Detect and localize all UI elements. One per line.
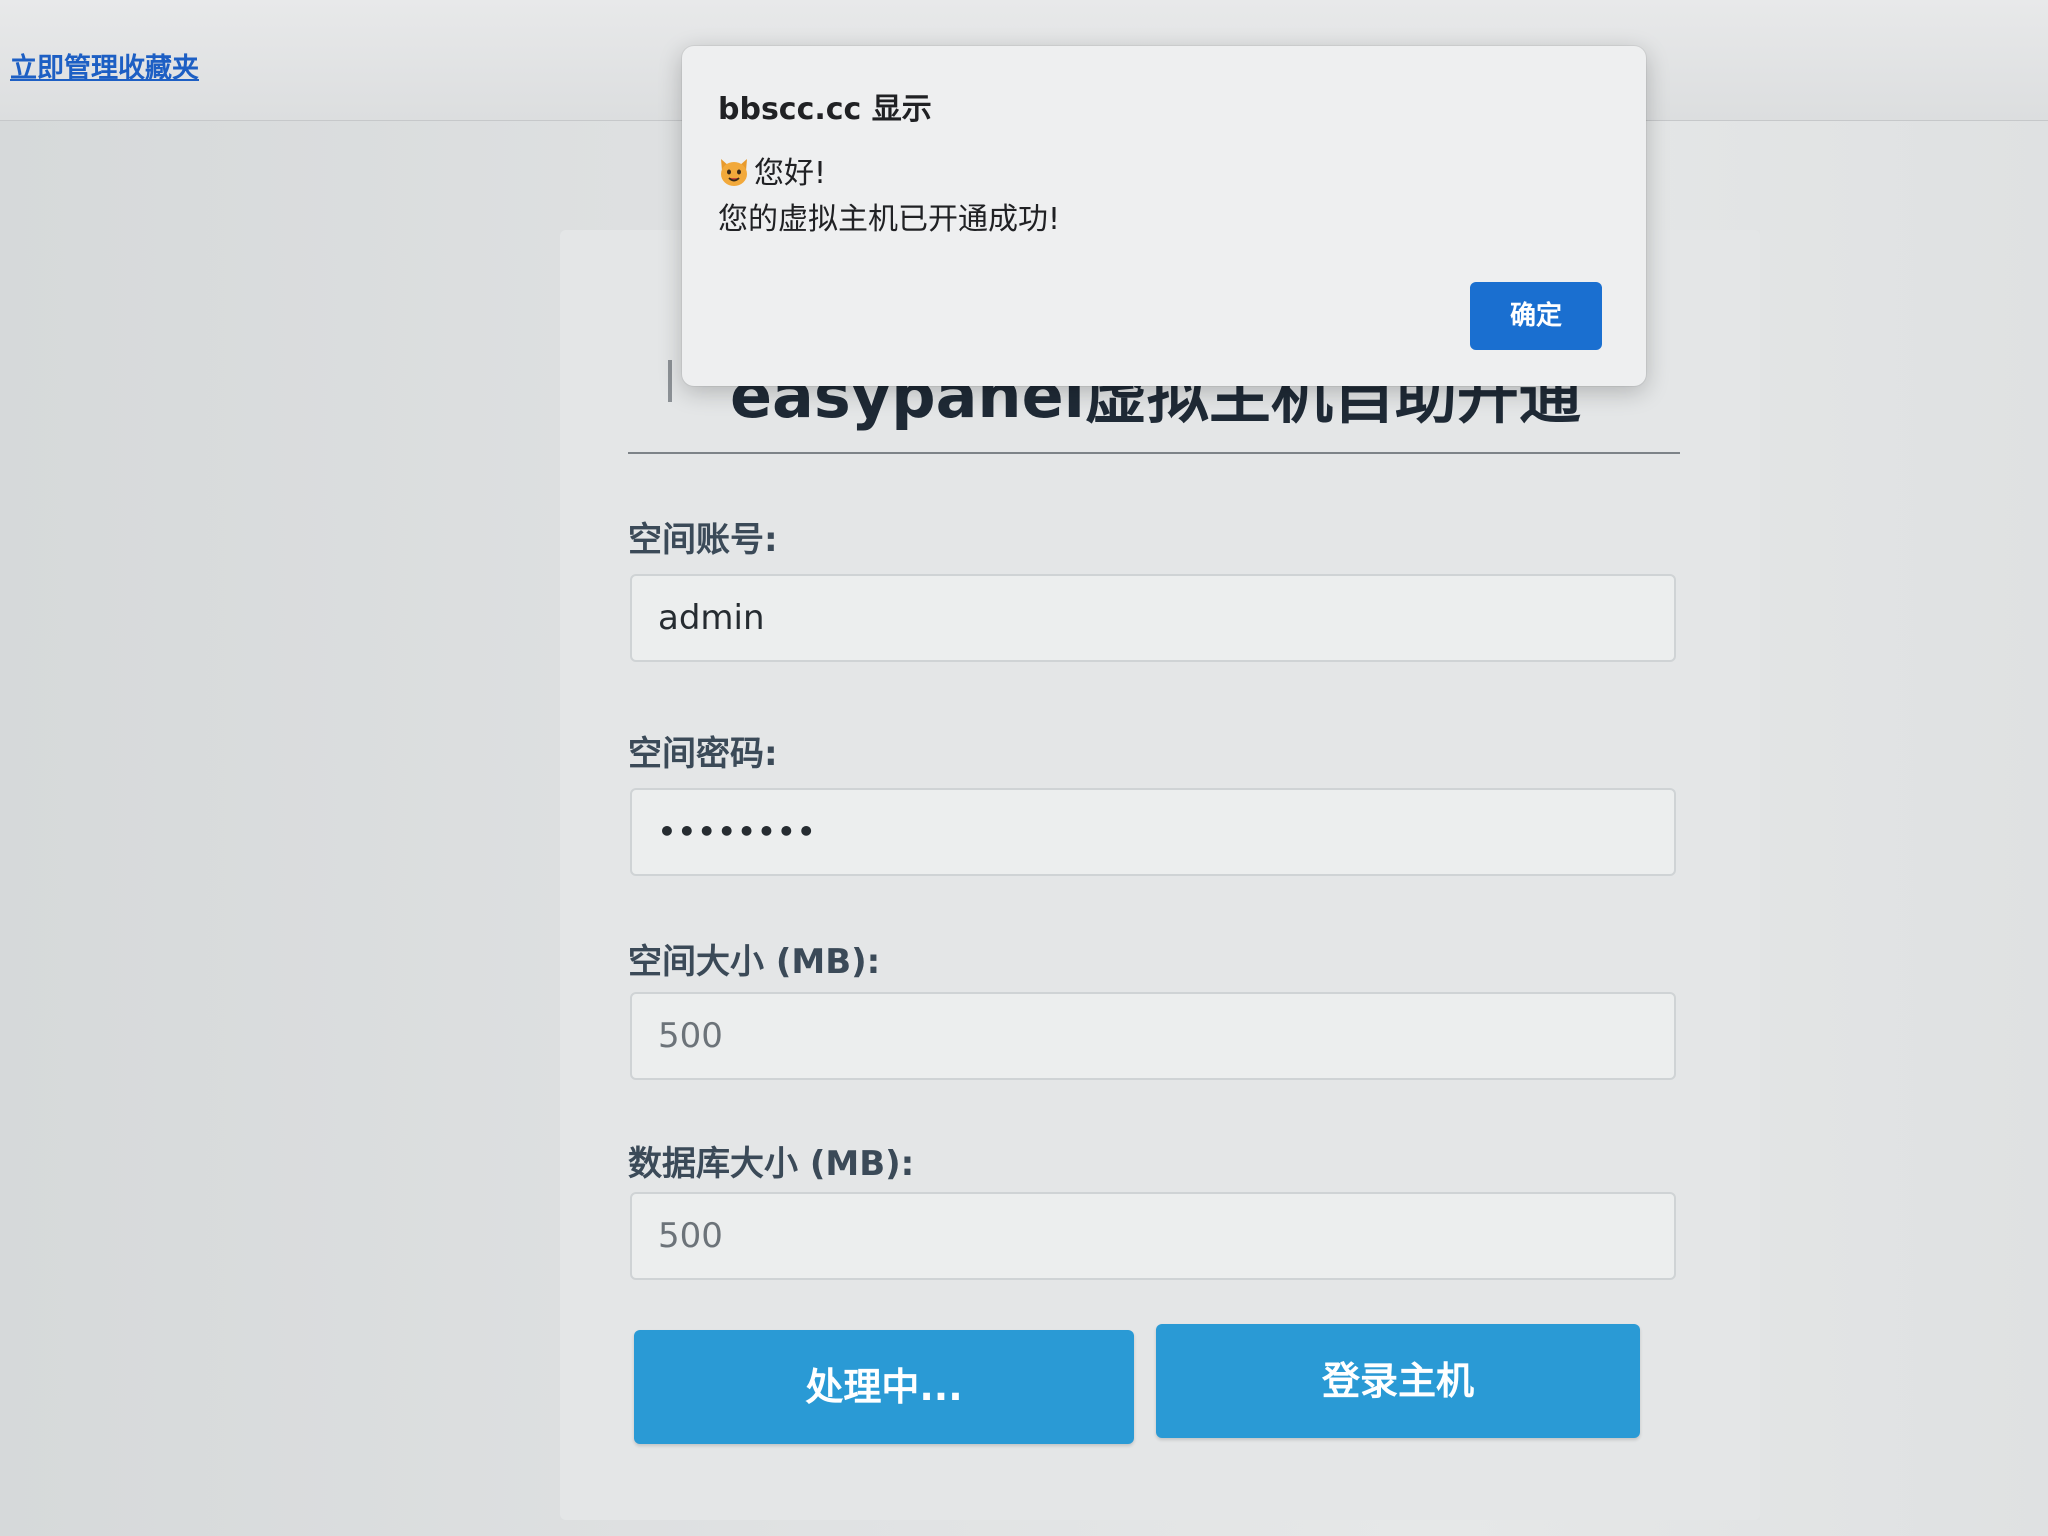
manage-favorites-link[interactable]: 立即管理收藏夹	[10, 46, 199, 85]
alert-dialog: bbscc.cc 显示 您好! 您的虚拟主机已开通成功! 确定	[682, 46, 1646, 386]
password-label: 空间密码:	[628, 734, 778, 774]
cat-face-icon	[721, 159, 747, 186]
space-size-label: 空间大小 (MB):	[628, 942, 881, 982]
ok-button[interactable]: 确定	[1470, 282, 1602, 350]
submit-button[interactable]: 处理中...	[634, 1330, 1134, 1444]
dialog-message: 您的虚拟主机已开通成功!	[718, 202, 1061, 237]
login-host-button[interactable]: 登录主机	[1156, 1324, 1640, 1438]
title-decoration	[668, 360, 672, 402]
title-divider	[628, 452, 1680, 454]
db-size-label: 数据库大小 (MB):	[628, 1144, 915, 1184]
dialog-greeting: 您好!	[718, 148, 826, 192]
account-label: 空间账号:	[628, 520, 778, 560]
account-input[interactable]: admin	[630, 574, 1676, 662]
db-size-input[interactable]: 500	[630, 1192, 1676, 1280]
space-size-input[interactable]: 500	[630, 992, 1676, 1080]
dialog-title: bbscc.cc 显示	[718, 92, 932, 127]
password-input[interactable]: ••••••••	[630, 788, 1676, 876]
greeting-text: 您好!	[754, 156, 827, 191]
